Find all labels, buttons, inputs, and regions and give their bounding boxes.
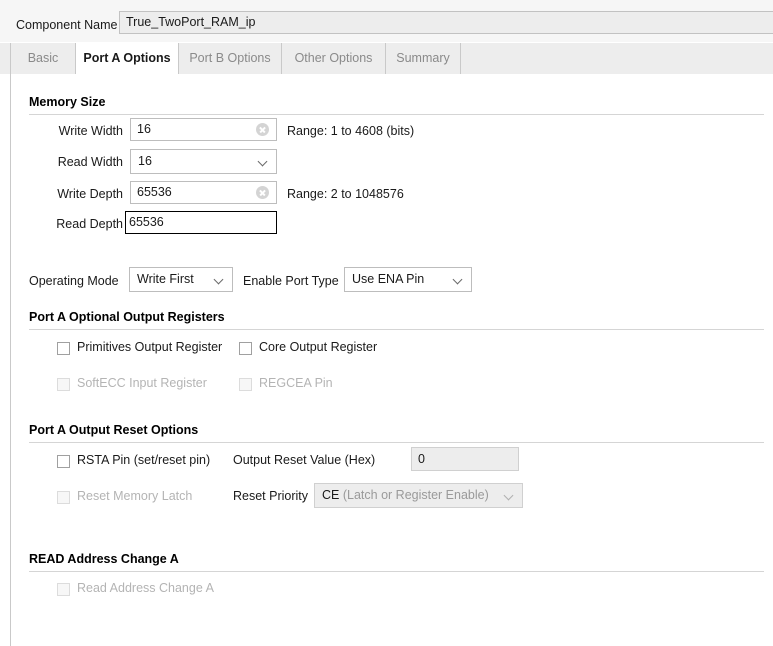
read-depth-label: Read Depth [56,217,123,231]
optional-output-registers-divider [29,329,764,330]
write-depth-input[interactable]: 65536 [130,181,277,204]
softecc-input-register-label: SoftECC Input Register [77,376,207,390]
output-reset-value-input[interactable]: 0 [411,447,519,471]
operating-mode-label: Operating Mode [29,274,119,288]
softecc-input-register-checkbox [57,378,70,391]
reset-priority-value: CE (Latch or Register Enable) [322,484,500,507]
port-a-options-panel: Memory Size Write Width 16 Range: 1 to 4… [10,74,773,646]
output-reset-value-label: Output Reset Value (Hex) [233,453,376,467]
output-reset-options-divider [29,442,764,443]
primitives-output-register-label: Primitives Output Register [77,340,223,354]
read-width-value: 16 [138,154,152,168]
memory-size-section-title: Memory Size [29,95,106,109]
reset-priority-value-strong: CE [322,488,340,502]
regcea-pin-checkbox [239,378,252,391]
operating-mode-select[interactable]: Write First [129,267,233,292]
write-depth-label: Write Depth [57,187,123,201]
read-address-change-label: Read Address Change A [77,581,214,595]
clear-icon[interactable] [256,186,269,199]
memory-size-divider [29,114,764,115]
read-width-select[interactable]: 16 [130,149,277,174]
core-output-register-checkbox[interactable] [239,342,252,355]
tab-port-b-options[interactable]: Port B Options [179,43,282,74]
regcea-pin-label: REGCEA Pin [259,376,333,390]
read-address-change-section-title: READ Address Change A [29,552,179,566]
component-name-input[interactable]: True_TwoPort_RAM_ip [119,11,773,34]
tab-strip-inner: Basic Port A Options Port B Options Othe… [10,43,773,74]
chevron-down-icon [259,157,268,166]
enable-port-type-value: Use ENA Pin [352,272,425,286]
write-width-input[interactable]: 16 [130,118,277,141]
reset-memory-latch-checkbox [57,491,70,504]
write-width-range-note: Range: 1 to 4608 (bits) [287,124,415,138]
component-name-label: Component Name [16,18,118,32]
rsta-pin-label: RSTA Pin (set/reset pin) [77,453,211,467]
component-name-bar: Component Name True_TwoPort_RAM_ip [0,0,773,42]
output-reset-options-section-title: Port A Output Reset Options [29,423,199,437]
core-output-register-label: Core Output Register [259,340,378,354]
operating-mode-value: Write First [137,272,194,286]
tab-port-a-options[interactable]: Port A Options [76,43,179,74]
tab-strip: Basic Port A Options Port B Options Othe… [0,43,773,74]
reset-priority-label: Reset Priority [233,489,309,503]
reset-priority-value-description: (Latch or Register Enable) [342,488,489,502]
optional-output-registers-section-title: Port A Optional Output Registers [29,310,225,324]
reset-priority-select[interactable]: CE (Latch or Register Enable) [314,483,523,508]
primitives-output-register-checkbox[interactable] [57,342,70,355]
enable-port-type-select[interactable]: Use ENA Pin [344,267,472,292]
read-address-change-divider [29,571,764,572]
tab-basic[interactable]: Basic [11,43,76,74]
chevron-down-icon [215,275,224,284]
clear-icon[interactable] [256,123,269,136]
write-depth-range-note: Range: 2 to 1048576 [287,187,404,201]
enable-port-type-label: Enable Port Type [243,274,339,288]
read-address-change-checkbox [57,583,70,596]
tab-summary[interactable]: Summary [386,43,461,74]
write-width-label: Write Width [58,124,123,138]
rsta-pin-checkbox[interactable] [57,455,70,468]
tab-other-options[interactable]: Other Options [282,43,386,74]
reset-memory-latch-label: Reset Memory Latch [77,489,193,503]
chevron-down-icon [505,491,514,500]
chevron-down-icon [454,275,463,284]
read-depth-input[interactable]: 65536 [125,211,277,234]
read-width-label: Read Width [57,155,123,169]
